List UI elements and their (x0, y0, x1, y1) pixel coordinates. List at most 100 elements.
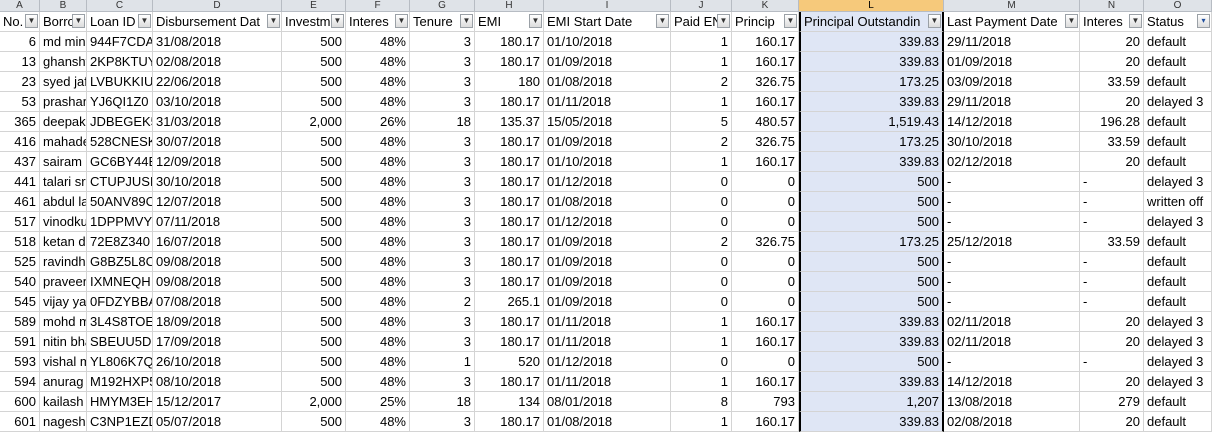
table-cell[interactable]: - (944, 292, 1080, 312)
table-cell[interactable]: 500 (799, 352, 944, 372)
table-cell[interactable]: 0 (671, 192, 732, 212)
table-cell[interactable]: sairam an (40, 152, 87, 172)
table-cell[interactable]: kailash sh (40, 392, 87, 412)
table-cell[interactable]: 23 (0, 72, 40, 92)
table-cell[interactable]: 48% (346, 92, 410, 112)
table-cell[interactable]: 01/12/2018 (544, 352, 671, 372)
table-cell[interactable]: 01/10/2018 (544, 152, 671, 172)
header-interest[interactable]: Interes ▼ (346, 12, 410, 32)
table-cell[interactable]: 2KP8KTUY (87, 52, 153, 72)
table-cell[interactable]: 180.17 (475, 372, 544, 392)
column-letter-g[interactable]: G (410, 0, 475, 11)
table-cell[interactable]: vinodkum (40, 212, 87, 232)
table-cell[interactable]: 528CNESK (87, 132, 153, 152)
table-cell[interactable]: 160.17 (732, 332, 799, 352)
table-cell[interactable]: 500 (282, 52, 346, 72)
table-cell[interactable]: 500 (282, 252, 346, 272)
table-cell[interactable]: 265.1 (475, 292, 544, 312)
table-cell[interactable]: 1DPPMVY (87, 212, 153, 232)
table-cell[interactable]: 3L4S8TOE (87, 312, 153, 332)
table-cell[interactable]: delayed 3 (1144, 332, 1212, 352)
table-cell[interactable]: 339.83 (799, 372, 944, 392)
table-cell[interactable]: default (1144, 32, 1212, 52)
table-cell[interactable]: 160.17 (732, 412, 799, 432)
header-interest[interactable]: Interes ▼ (1080, 12, 1144, 32)
table-cell[interactable]: 01/09/2018 (544, 232, 671, 252)
table-cell[interactable]: 72E8Z340 (87, 232, 153, 252)
table-cell[interactable]: 500 (282, 212, 346, 232)
table-cell[interactable]: 1 (671, 332, 732, 352)
table-cell[interactable]: 1,207 (799, 392, 944, 412)
table-cell[interactable]: deepak pu (40, 112, 87, 132)
table-cell[interactable]: YJ6QI1Z0 (87, 92, 153, 112)
table-cell[interactable]: 500 (282, 192, 346, 212)
table-cell[interactable]: 3 (410, 132, 475, 152)
table-cell[interactable]: ghanshyai (40, 52, 87, 72)
table-cell[interactable]: mohd mas (40, 312, 87, 332)
table-cell[interactable]: 1 (671, 92, 732, 112)
table-cell[interactable]: 48% (346, 212, 410, 232)
table-cell[interactable]: 3 (410, 52, 475, 72)
table-cell[interactable]: - (1080, 272, 1144, 292)
table-cell[interactable]: 48% (346, 272, 410, 292)
table-cell[interactable]: default (1144, 292, 1212, 312)
table-cell[interactable]: delayed 3 (1144, 352, 1212, 372)
table-cell[interactable]: 594 (0, 372, 40, 392)
table-cell[interactable]: 2 (671, 72, 732, 92)
table-cell[interactable]: 365 (0, 112, 40, 132)
column-letter-l[interactable]: L (799, 0, 944, 11)
table-cell[interactable]: 160.17 (732, 52, 799, 72)
table-cell[interactable]: 135.37 (475, 112, 544, 132)
table-cell[interactable]: default (1144, 272, 1212, 292)
table-cell[interactable]: 13/08/2018 (944, 392, 1080, 412)
table-cell[interactable]: 0 (732, 292, 799, 312)
table-cell[interactable]: 01/09/2018 (544, 132, 671, 152)
table-cell[interactable]: - (1080, 252, 1144, 272)
table-cell[interactable]: 20 (1080, 52, 1144, 72)
table-cell[interactable]: 01/09/2018 (544, 252, 671, 272)
table-cell[interactable]: 2 (671, 132, 732, 152)
table-cell[interactable]: IXMNEQH (87, 272, 153, 292)
table-cell[interactable]: - (944, 192, 1080, 212)
table-cell[interactable]: 01/09/2018 (544, 52, 671, 72)
table-cell[interactable]: 3 (410, 92, 475, 112)
table-cell[interactable]: 14/12/2018 (944, 372, 1080, 392)
table-cell[interactable]: 03/09/2018 (944, 72, 1080, 92)
table-cell[interactable]: 01/09/2018 (544, 292, 671, 312)
table-cell[interactable]: 48% (346, 412, 410, 432)
table-cell[interactable]: 33.59 (1080, 132, 1144, 152)
table-cell[interactable]: talari srini (40, 172, 87, 192)
table-cell[interactable]: 500 (282, 92, 346, 112)
table-cell[interactable]: 1 (671, 412, 732, 432)
table-cell[interactable]: 01/12/2018 (544, 172, 671, 192)
table-cell[interactable]: 02/11/2018 (944, 332, 1080, 352)
header-emi[interactable]: EMI ▼ (475, 12, 544, 32)
table-cell[interactable]: 25% (346, 392, 410, 412)
table-cell[interactable]: 500 (799, 172, 944, 192)
table-cell[interactable]: vishal mal (40, 352, 87, 372)
table-cell[interactable]: 461 (0, 192, 40, 212)
table-cell[interactable]: abdul latif (40, 192, 87, 212)
table-cell[interactable]: 0FDZYBBA (87, 292, 153, 312)
table-cell[interactable]: 0 (732, 192, 799, 212)
header-borrower-name[interactable]: Borrow ▼ (40, 12, 87, 32)
table-cell[interactable]: nitin bhas (40, 332, 87, 352)
header-status[interactable]: Status ▾ (1144, 12, 1212, 32)
table-cell[interactable]: 12/07/2018 (153, 192, 282, 212)
table-cell[interactable]: 180.17 (475, 192, 544, 212)
table-cell[interactable]: - (944, 252, 1080, 272)
table-cell[interactable]: 600 (0, 392, 40, 412)
table-cell[interactable]: 180.17 (475, 132, 544, 152)
table-cell[interactable]: 01/08/2018 (544, 412, 671, 432)
table-cell[interactable]: 07/11/2018 (153, 212, 282, 232)
table-cell[interactable]: 339.83 (799, 332, 944, 352)
table-cell[interactable]: 48% (346, 252, 410, 272)
table-cell[interactable]: 2,000 (282, 392, 346, 412)
table-cell[interactable]: 500 (282, 312, 346, 332)
dropdown-arrow-icon[interactable]: ▼ (460, 14, 473, 28)
table-cell[interactable]: 2,000 (282, 112, 346, 132)
table-cell[interactable]: 18 (410, 112, 475, 132)
header-loan-id[interactable]: Loan ID ▼ (87, 12, 153, 32)
table-cell[interactable]: 500 (282, 172, 346, 192)
table-cell[interactable]: 196.28 (1080, 112, 1144, 132)
